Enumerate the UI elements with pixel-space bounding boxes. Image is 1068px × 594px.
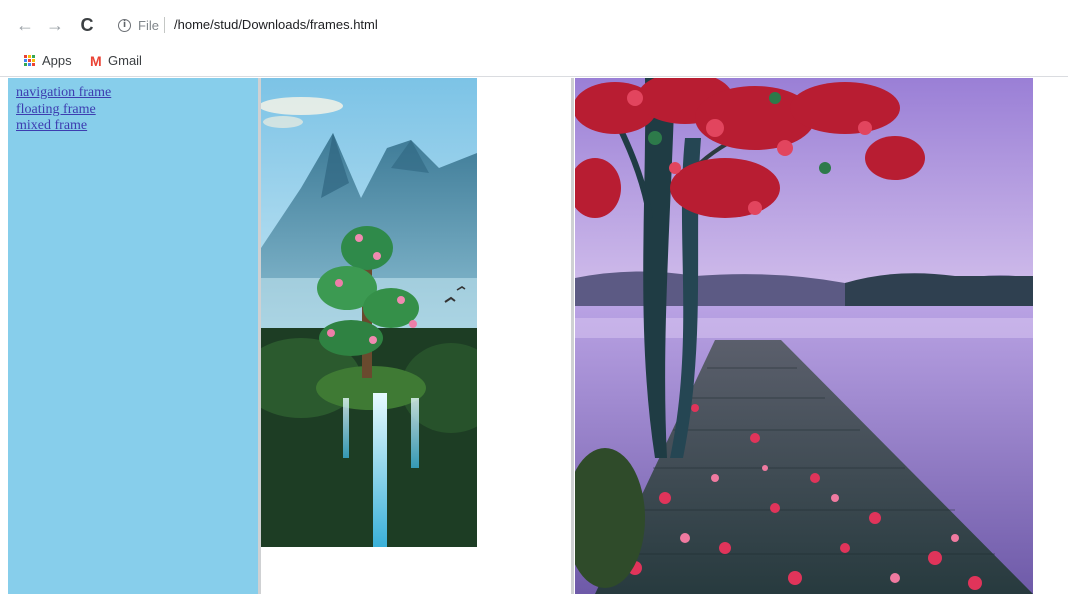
gmail-icon: M xyxy=(90,53,102,69)
lake-pier-red-tree-image xyxy=(575,78,1033,594)
frame-border[interactable] xyxy=(571,78,574,594)
navigation-frame: navigation frame floating frame mixed fr… xyxy=(8,78,258,594)
mountain-waterfall-tree-image xyxy=(261,78,477,547)
info-icon[interactable]: i xyxy=(118,19,131,32)
apps-grid-icon xyxy=(24,55,35,66)
address-bar[interactable]: i File /home/stud/Downloads/frames.html xyxy=(108,12,1058,40)
back-arrow-icon[interactable]: ← xyxy=(14,14,36,36)
bookmark-apps[interactable]: Apps xyxy=(24,52,72,70)
forward-arrow-icon[interactable]: → xyxy=(44,14,66,36)
bookmark-label: Gmail xyxy=(108,53,142,68)
browser-toolbar: ← → C i File /home/stud/Downloads/frames… xyxy=(0,0,1068,46)
bookmarks-bar: Apps M Gmail xyxy=(0,46,1068,77)
link-mixed-frame[interactable]: mixed frame xyxy=(16,118,258,135)
mixed-frame xyxy=(575,78,1068,594)
bookmark-label: Apps xyxy=(42,53,72,68)
floating-frame xyxy=(261,78,571,594)
link-floating-frame[interactable]: floating frame xyxy=(16,102,258,119)
reload-icon[interactable]: C xyxy=(76,14,98,36)
url-separator xyxy=(164,17,165,33)
link-navigation-frame[interactable]: navigation frame xyxy=(16,85,258,102)
url-text[interactable]: /home/stud/Downloads/frames.html xyxy=(174,17,378,32)
url-scheme: File xyxy=(138,18,159,33)
bookmark-gmail[interactable]: M Gmail xyxy=(90,52,142,70)
